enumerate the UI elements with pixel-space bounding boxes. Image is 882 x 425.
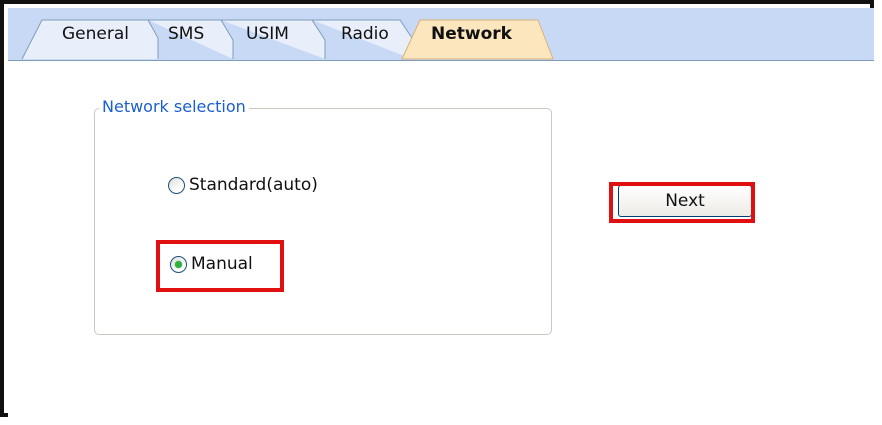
tab-radio[interactable]: Radio bbox=[341, 24, 389, 44]
radio-standard-auto-label[interactable]: Standard(auto) bbox=[189, 175, 318, 195]
tab-sms[interactable]: SMS bbox=[168, 24, 204, 44]
tab-strip: General SMS USIM Radio Network bbox=[8, 8, 874, 61]
window-frame: General SMS USIM Radio Network Network s… bbox=[0, 0, 874, 417]
tab-network[interactable]: Network bbox=[431, 24, 512, 44]
radio-standard-auto[interactable]: Standard(auto) bbox=[168, 175, 318, 195]
network-tab-panel: Network selection Standard(auto) Manual … bbox=[8, 61, 874, 417]
network-selection-title: Network selection bbox=[99, 97, 249, 116]
tab-usim[interactable]: USIM bbox=[246, 24, 289, 44]
next-highlight-box bbox=[609, 182, 755, 223]
tab-general[interactable]: General bbox=[62, 24, 129, 44]
network-selection-group: Network selection Standard(auto) Manual bbox=[94, 97, 552, 335]
manual-highlight-box bbox=[156, 240, 284, 292]
radio-unselected-icon[interactable] bbox=[168, 176, 185, 194]
